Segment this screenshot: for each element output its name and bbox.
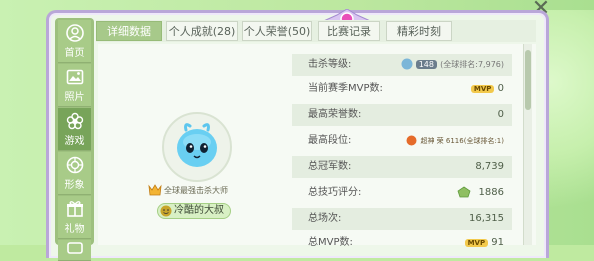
tab-match-records[interactable]: 比赛记录: [318, 21, 380, 41]
stat-value: 16,315: [469, 213, 504, 224]
stat-row-kill-level: 击杀等级: 148 (全球排名:7,976): [292, 54, 512, 76]
rank-emblem-icon: [406, 135, 417, 145]
stat-label: 总场次:: [308, 213, 342, 224]
sidebar-item-appearance[interactable]: 形象: [58, 152, 91, 195]
player-title: 全球最强击杀大师: [148, 183, 228, 197]
title-label: 全球最强击杀大师: [164, 185, 228, 195]
skill-pentagon-icon: [457, 186, 471, 198]
tab-detailed-data[interactable]: 详细数据: [96, 21, 162, 41]
stat-label: 总冠军数:: [308, 161, 352, 172]
stat-label: 总MVP数:: [308, 237, 353, 248]
sidebar-item-label: 照片: [64, 91, 85, 103]
flower-icon: [66, 112, 83, 129]
stat-row-max-honor: 最高荣誉数: 0: [292, 104, 512, 126]
sidebar-item-games[interactable]: 游戏: [58, 108, 91, 151]
stat-value: MVP 91: [464, 232, 504, 254]
chat-icon: [66, 242, 83, 254]
tab-achievements[interactable]: 个人成就(28): [166, 21, 238, 41]
stat-row-skill-score: 总技巧评分: 1886: [292, 182, 512, 204]
appearance-icon: [66, 156, 83, 173]
scrollbar[interactable]: [523, 44, 532, 245]
stat-row-champions: 总冠军数: 8,739: [292, 156, 512, 178]
nickname-pill: 冷酷的大叔: [157, 203, 231, 219]
stat-row-season-mvp: 当前赛季MVP数: MVP 0: [292, 78, 512, 100]
kill-master-badge-icon: [148, 184, 162, 196]
stat-label: 总技巧评分:: [308, 187, 362, 198]
stat-value: 1886: [457, 182, 504, 204]
photo-icon: [66, 69, 83, 84]
gift-icon: [66, 200, 83, 217]
tab-honors[interactable]: 个人荣誉(50): [242, 21, 312, 41]
tab-bar: 详细数据 个人成就(28) 个人荣誉(50) 比赛记录 精彩时刻: [96, 20, 536, 42]
stat-label: 当前赛季MVP数:: [308, 83, 383, 94]
stat-value: 0: [497, 109, 504, 120]
scroll-thumb[interactable]: [525, 50, 531, 110]
blue-creature-icon: [177, 123, 217, 167]
tab-highlights[interactable]: 精彩时刻: [386, 21, 452, 41]
sidebar: 首页 照片 游戏 形象 礼物: [55, 18, 94, 261]
mvp-badge: MVP: [464, 239, 489, 247]
level-globe-icon: [401, 58, 412, 70]
nickname-container: 冷酷的大叔: [157, 203, 231, 219]
sidebar-item-label: 形象: [64, 179, 85, 191]
sidebar-item-gifts[interactable]: 礼物: [58, 196, 91, 239]
stat-value: 8,739: [475, 161, 504, 172]
stat-row-max-rank: 最高段位: 超神 荣 6116(全球排名:1): [292, 130, 512, 152]
sidebar-item-chat[interactable]: [58, 240, 91, 261]
mvp-badge: MVP: [470, 85, 495, 93]
stat-label: 最高荣誉数:: [308, 109, 362, 120]
stat-label: 最高段位:: [308, 135, 352, 146]
avatar[interactable]: [162, 112, 232, 182]
nickname: 冷酷的大叔: [174, 205, 224, 216]
sidebar-item-photos[interactable]: 照片: [58, 64, 91, 107]
stat-row-total-mvp: 总MVP数: MVP 91: [292, 232, 512, 254]
sidebar-item-label: 首页: [64, 47, 85, 59]
home-icon: [65, 23, 84, 42]
stat-value: 超神 荣 6116(全球排名:1): [406, 130, 504, 152]
sidebar-item-home[interactable]: 首页: [58, 20, 91, 63]
stat-value: 148 (全球排名:7,976): [401, 54, 504, 76]
smiley-icon: [160, 205, 172, 217]
stat-row-total-matches: 总场次: 16,315: [292, 208, 512, 230]
level-badge: 148: [415, 60, 437, 69]
stat-label: 击杀等级:: [308, 59, 352, 70]
sidebar-item-label: 礼物: [64, 223, 85, 235]
stat-value: MVP 0: [470, 78, 504, 100]
sidebar-item-label: 游戏: [64, 135, 85, 147]
